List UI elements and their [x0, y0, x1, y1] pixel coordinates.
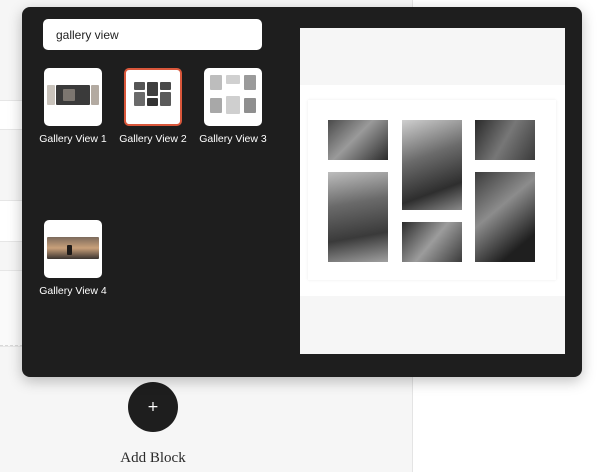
option-label: Gallery View 1: [39, 133, 107, 145]
add-block-button[interactable]: +: [128, 382, 178, 432]
gallery-option-4[interactable]: Gallery View 4: [35, 220, 111, 297]
plus-icon: +: [147, 399, 159, 415]
gallery-view-3-thumbnail: [204, 68, 262, 126]
gallery-photo: [402, 222, 462, 262]
gallery-view-4-thumbnail: [44, 220, 102, 278]
gallery-view-1-thumbnail: [44, 68, 102, 126]
gallery-option-2[interactable]: Gallery View 2: [115, 68, 191, 145]
preview-gallery-grid: [308, 100, 556, 280]
gallery-photo: [328, 172, 388, 262]
option-label: Gallery View 3: [199, 133, 267, 145]
option-label: Gallery View 4: [39, 285, 107, 297]
gallery-option-1[interactable]: Gallery View 1: [35, 68, 111, 145]
layout-preview: [300, 28, 565, 354]
gallery-photo: [475, 172, 535, 262]
editor-page: + Add Block Gallery View 1: [0, 0, 600, 472]
block-search-input[interactable]: [43, 19, 262, 50]
gallery-option-3[interactable]: Gallery View 3: [195, 68, 271, 145]
block-picker-panel: Gallery View 1 Gallery View 2: [22, 7, 582, 377]
option-label: Gallery View 2: [119, 133, 187, 145]
gallery-photo: [402, 120, 462, 210]
preview-header-area: [300, 28, 565, 85]
gallery-photo: [475, 120, 535, 160]
add-block-label: Add Block: [120, 450, 186, 466]
gallery-view-2-thumbnail: [124, 68, 182, 126]
preview-footer-area: [300, 296, 565, 354]
gallery-photo: [328, 120, 388, 160]
